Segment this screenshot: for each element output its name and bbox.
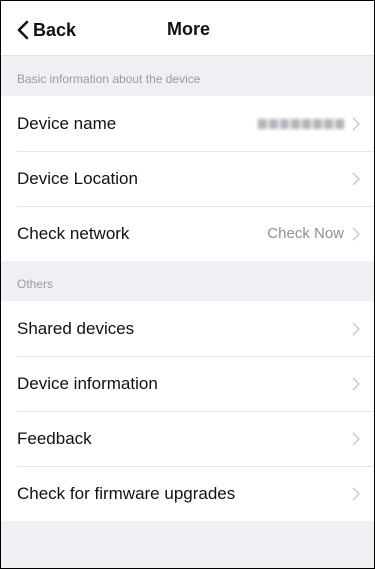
row-firmware-upgrades[interactable]: Check for firmware upgrades — [1, 466, 374, 521]
back-button[interactable]: Back — [17, 18, 76, 42]
back-label: Back — [33, 19, 77, 40]
chevron-right-icon — [352, 117, 360, 130]
chevron-right-icon — [352, 487, 360, 500]
row-shared-devices[interactable]: Shared devices — [1, 301, 374, 356]
row-device-location[interactable]: Device Location — [1, 151, 374, 206]
chevron-right-icon — [352, 432, 360, 445]
row-label: Feedback — [17, 428, 92, 448]
row-label: Check network — [17, 223, 130, 243]
row-device-information[interactable]: Device information — [1, 356, 374, 411]
device-name-value-blurred — [258, 118, 344, 129]
chevron-left-icon — [17, 20, 29, 40]
row-label: Check for firmware upgrades — [17, 483, 236, 503]
row-label: Device name — [17, 113, 117, 133]
row-device-name[interactable]: Device name — [1, 96, 374, 151]
row-check-network[interactable]: Check network Check Now — [1, 206, 374, 261]
check-now-value: Check Now — [267, 225, 344, 242]
page-title: More — [167, 19, 211, 39]
settings-group-others: Shared devices Device information Feedba… — [1, 301, 374, 521]
chevron-right-icon — [352, 172, 360, 185]
row-label: Device information — [17, 373, 158, 393]
navigation-bar: Back More — [1, 1, 374, 56]
row-label: Device Location — [17, 168, 138, 188]
section-header-others: Others — [17, 277, 54, 291]
chevron-right-icon — [352, 322, 360, 335]
chevron-right-icon — [352, 377, 360, 390]
more-screen: Back More Basic information about the de… — [0, 0, 375, 569]
settings-group-basic: Device name Device Location Check networ… — [1, 96, 374, 261]
section-header-basic: Basic information about the device — [17, 72, 201, 86]
row-label: Shared devices — [17, 318, 135, 338]
row-feedback[interactable]: Feedback — [1, 411, 374, 466]
chevron-right-icon — [352, 227, 360, 240]
